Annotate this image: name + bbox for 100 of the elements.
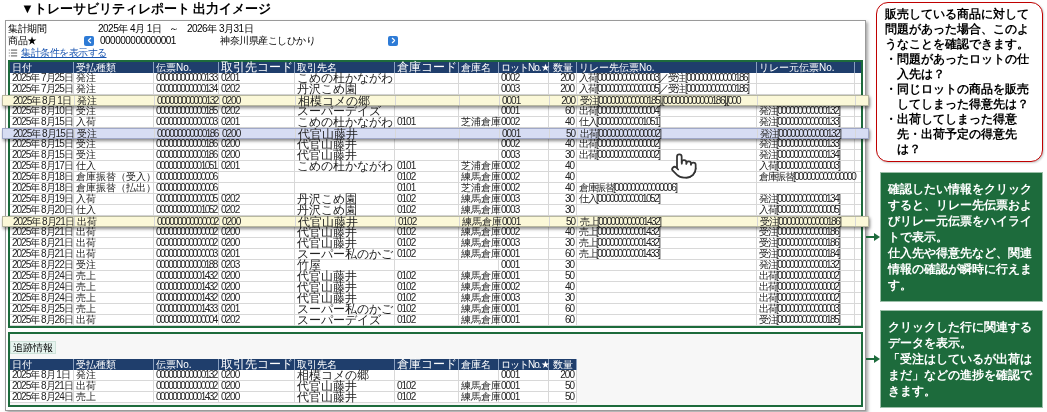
table-cell: 0200	[219, 139, 295, 149]
table-cell: 0002	[499, 172, 549, 182]
table-cell: 代官山藤井	[295, 381, 395, 391]
table-cell: 40	[549, 139, 577, 149]
table-cell: 000000000000003	[154, 249, 219, 259]
table-cell: 丹沢こめ園	[295, 84, 395, 94]
table-cell: 売上	[74, 271, 154, 281]
table-row[interactable]: 2025年 8月21日 出荷 000000000000002 0200 代官山藤井 0102 練馬倉庫0001 50	[10, 381, 577, 392]
table-row[interactable]: 2025年 8月21日 出荷 000000000000002 0200 代官山藤井 0102 練馬倉庫0003 30 売上[000000000001432] 受注[000000000000186]	[10, 238, 861, 249]
table-row[interactable]: 2025年 8月25日 売上 000000000001433 0201 スーパー私のかご 0102 練馬倉庫0001 60 出荷[000000000000003]	[10, 304, 861, 315]
date-value: 2026年 3月31日	[186, 23, 254, 34]
table-cell: 受注	[75, 129, 155, 138]
table-row[interactable]: 2025年 8月 1日 発注 000000000000132 0200 相模コメの郷 0001 200 受注[000000000000185],[000000000000186],[000	[2, 95, 869, 106]
table-cell: 受注[000000000000185]	[757, 315, 855, 325]
panel-tab[interactable]: 追跡情報	[10, 341, 56, 354]
table-cell: 発注[000000000000134]	[757, 150, 855, 160]
table-cell: 2025年 8月24日	[10, 282, 74, 292]
table-cell: 0203	[219, 260, 295, 270]
table-cell: 0003	[499, 238, 549, 248]
table-cell: 入荷[000000000000005]	[757, 205, 855, 215]
table-cell: 受注[000000000000186]	[758, 217, 856, 226]
table-cell: 0200	[219, 392, 295, 402]
table-cell: 60	[549, 106, 577, 116]
table-row[interactable]: 2025年 8月21日 出荷 000000000000002 0200 代官山藤井 0102 練馬倉庫0001 50 売上[000000000001432] 受注[000000000000186]	[2, 216, 869, 227]
table-cell: 2025年 8月26日	[10, 315, 74, 325]
callout-heading: 販売している商品に対して問題があった場合、このようなことを確認できます。	[885, 7, 1030, 52]
table-cell: 200	[549, 370, 577, 380]
table-cell: 受注[000000000000185],[000000000000186],[000	[578, 96, 758, 105]
question-text: 同じロットの商品を販売してしまった得意先は？	[897, 82, 1030, 112]
table-cell: 50	[549, 381, 577, 391]
question-text: 問題があったロットの仕入先は？	[897, 52, 1030, 82]
table-cell: 0001	[499, 304, 549, 314]
table-cell: 000000000001052	[154, 205, 219, 215]
note-text: 確認したい情報をクリックすると、リレー先伝票およびリレー元伝票をハイライトで表示。	[888, 181, 1033, 245]
table-cell: スーパーデイズ	[295, 106, 395, 116]
table-cell: 000000000000132	[154, 370, 219, 380]
table-cell: 代官山藤井	[295, 271, 395, 281]
table-cell: 出荷[000000000000002]	[578, 129, 758, 138]
table-cell: 入荷	[74, 117, 154, 127]
table-cell: 出荷[000000000000002]	[757, 271, 855, 281]
bullet-mark: ・	[885, 52, 897, 68]
table-cell: 40	[549, 172, 577, 182]
table-cell: 0201	[219, 73, 295, 83]
table-row[interactable]: 2025年 8月21日 出荷 000000000000002 0200 代官山藤井 0102 練馬倉庫0002 40 売上[000000000001432] 受注[000000000000186]	[10, 227, 861, 238]
table-cell: 000000000000004	[154, 315, 219, 325]
table-row[interactable]: 2025年 8月24日 売上 000000000001432 0200 代官山藤井 0102 練馬倉庫0003 30 出荷[000000000000002]	[10, 293, 861, 304]
table-cell: 竹屋	[295, 260, 395, 270]
table-cell: 30	[549, 238, 577, 248]
table-cell: 仕入	[74, 161, 154, 171]
table-row[interactable]: 2025年 8月22日 受注 000000000000188 0203 竹屋 0001 30 発注[000000000000132]	[10, 260, 861, 271]
table-row[interactable]: 2025年 8月24日 売上 000000000001432 0200 代官山藤井 0102 練馬倉庫0002 40 出荷[000000000000002]	[10, 282, 861, 293]
table-cell: 60	[549, 249, 577, 259]
table-cell: 000000000000002	[155, 217, 220, 226]
table-cell: 2025年 8月15日	[10, 117, 74, 127]
table-cell: 2025年 8月19日	[10, 194, 74, 204]
table-cell: 2025年 8月21日	[10, 249, 74, 259]
table-cell: 2025年 8月15日	[10, 150, 74, 160]
table-row[interactable]: 2025年 8月19日 入荷 000000000000005 0202 丹沢こめ園 0102 練馬倉庫0003 30 仕入[000000000001052] 発注[000000000000134]	[10, 194, 861, 205]
table-cell: 0202	[219, 194, 295, 204]
table-row[interactable]: 2025年 8月10日 受注 000000000000185 0202 スーパーデイズ 0001 60 出荷[000000000000004] 発注[000000000000132]	[10, 106, 861, 117]
table-cell: 0202	[219, 84, 295, 94]
table-row[interactable]: 2025年 8月24日 売上 000000000001432 0200 代官山藤井 0102 練馬倉庫0001 50 出荷[000000000000002]	[10, 271, 861, 282]
table-cell: 入荷[000000000000005]／受注[000000000000186]	[577, 84, 757, 94]
table-cell: 2025年 8月17日	[10, 161, 74, 171]
table-row[interactable]: 2025年 8月15日 受注 000000000000186 0200 代官山藤井 0002 40 出荷[000000000000002] 発注[000000000000133]	[10, 139, 861, 150]
table-cell: 丹沢こめ園	[295, 194, 395, 204]
conditions-link[interactable]: 集計条件を表示する	[21, 47, 107, 58]
table-row[interactable]: 2025年 8月15日 受注 000000000000186 0200 代官山藤井 0001 50 出荷[000000000000002] 発注[000000000000132]	[2, 128, 869, 139]
table-cell: 代官山藤井	[296, 217, 396, 226]
table-cell: 000000000000003	[154, 117, 219, 127]
table-cell: 000000000000186	[154, 139, 219, 149]
table-cell: 30	[549, 150, 577, 160]
table-row[interactable]: 2025年 7月25日 発注 000000000000133 0201 こめの杜かながわ 0002 200 入荷[000000000000003]／受注[000000000000186]	[10, 73, 861, 84]
product-name: 神奈川県産こしひかり	[220, 35, 316, 46]
table-cell: 30	[549, 260, 577, 270]
table-cell: 0002	[499, 161, 549, 171]
table-cell: 0002	[499, 117, 549, 127]
table-cell: こめの杜かながわ	[295, 117, 395, 127]
bullet-mark: ・	[885, 112, 897, 128]
table-cell: 000000000000002	[154, 238, 219, 248]
table-cell: 出荷	[74, 381, 154, 391]
table-cell: 000000000001432	[154, 392, 219, 402]
table-row[interactable]: 2025年 8月 1日 発注 000000000000132 0200 相模コメの郷 0001 200	[10, 370, 577, 381]
question-text: 出荷してしまった得意先・出荷予定の得意先は？	[897, 112, 1018, 157]
previous-button[interactable]	[84, 35, 94, 46]
next-button[interactable]	[388, 35, 398, 46]
table-row[interactable]: 2025年 8月24日 売上 000000000001432 0200 代官山藤井 0102 練馬倉庫0001 50	[10, 392, 577, 403]
table-cell: 0200	[219, 150, 295, 160]
table-row[interactable]: 2025年 8月20日 仕入 000000000001052 0202 丹沢こめ園 0102 練馬倉庫0003 30 入荷[000000000000005]	[10, 205, 861, 216]
table-cell: 0102	[395, 249, 459, 259]
table-cell: 40	[549, 161, 577, 171]
field-label: 集計期間	[8, 23, 48, 34]
table-cell: 0102	[395, 271, 459, 281]
table-cell: スーパー私のかご	[295, 249, 395, 259]
table-row[interactable]: 2025年 8月18日 倉庫振替（払出）000000000000006 0101 芝浦倉庫0002 40 倉庫振替[000000000000006]	[10, 183, 861, 194]
table-cell: 000000000001433	[154, 304, 219, 314]
table-cell: 仕入	[74, 205, 154, 215]
table-cell: 0102	[396, 217, 460, 226]
table-row[interactable]: 2025年 8月26日 出荷 000000000000004 0202 スーパーデイズ 0102 練馬倉庫0001 60 受注[000000000000185]	[10, 315, 861, 326]
table-row[interactable]: 2025年 8月21日 出荷 000000000000003 0201 スーパー私のかご 0102 練馬倉庫0001 60 売上[000000000001433] 受注[000000000000184]	[10, 249, 861, 260]
